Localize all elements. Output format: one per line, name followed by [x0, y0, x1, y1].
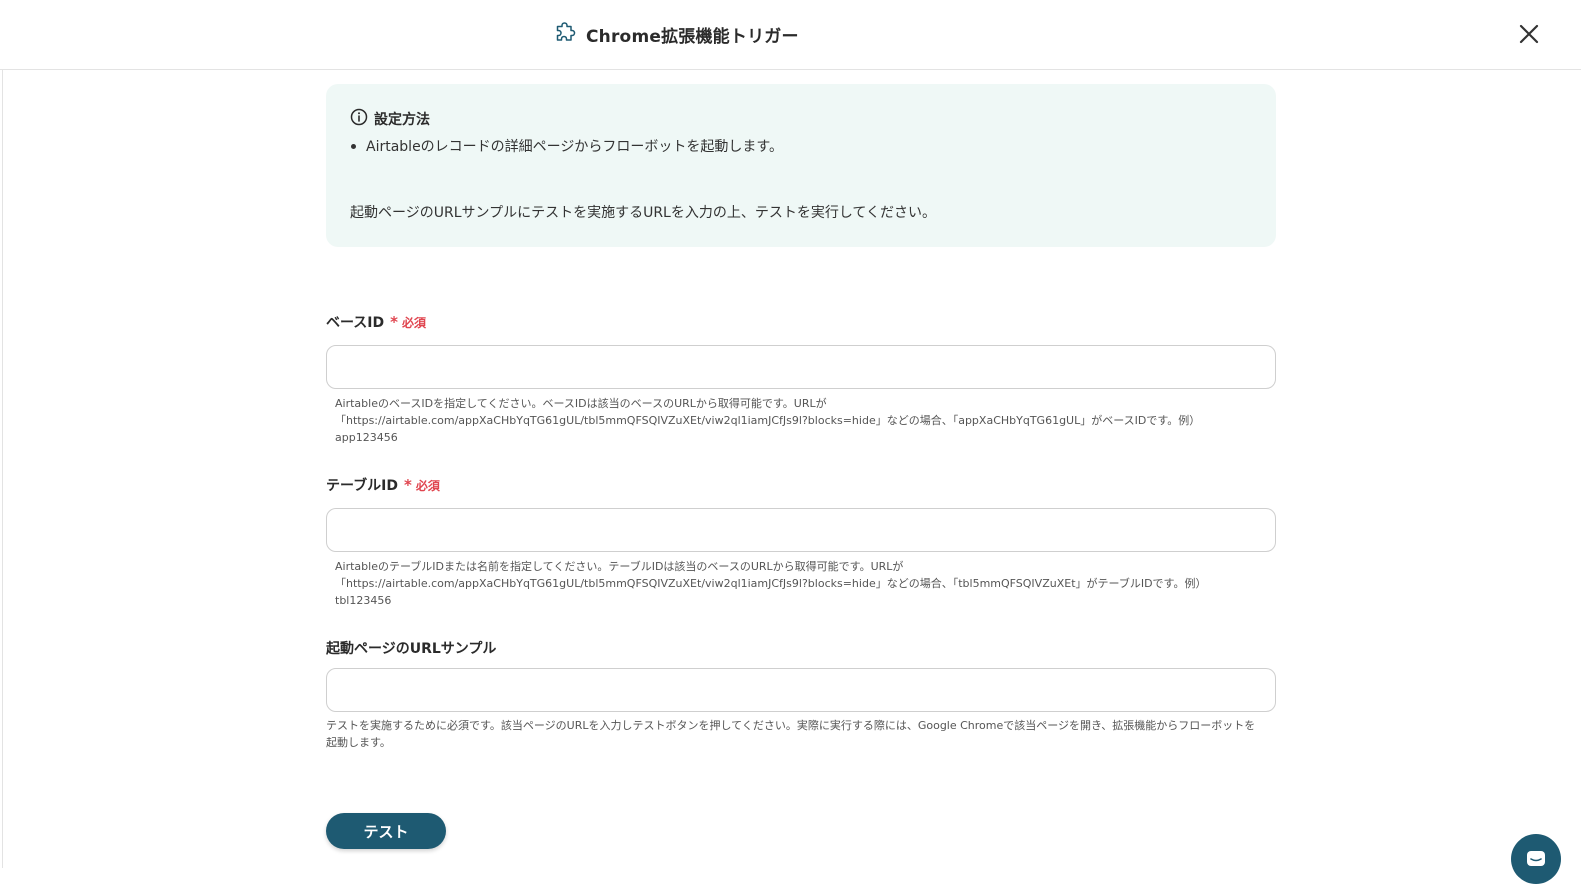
- info-note: 起動ページのURLサンプルにテストを実施するURLを入力の上、テストを実行してく…: [350, 205, 937, 221]
- table-id-help-line-1: AirtableのテーブルIDまたは名前を指定してください。テーブルIDは該当の…: [335, 560, 904, 573]
- table-id-help-line-2: 「https://airtable.com/appXaCHbYqTG61gUL/…: [335, 577, 1207, 590]
- url-sample-label-text: 起動ページのURLサンプル: [326, 641, 497, 657]
- base-id-input[interactable]: [326, 345, 1276, 389]
- bullet-dot: [351, 143, 356, 149]
- modal-header: Chrome拡張機能トリガー: [0, 0, 1581, 70]
- required-badge: 必須: [402, 316, 427, 330]
- table-id-help-line-3: tbl123456: [335, 594, 392, 607]
- panel-left-border: [2, 70, 3, 868]
- base-id-help-line-1: AirtableのベースIDを指定してください。ベースIDは該当のベースのURL…: [335, 397, 827, 410]
- header-title-group: Chrome拡張機能トリガー: [554, 20, 799, 48]
- chat-widget-button[interactable]: [1511, 834, 1561, 884]
- base-id-help-line-3: app123456: [335, 431, 398, 444]
- table-id-label: テーブルID * 必須: [326, 475, 440, 495]
- base-id-help: AirtableのベースIDを指定してください。ベースIDは該当のベースのURL…: [335, 395, 1285, 446]
- info-heading: 設定方法: [350, 108, 430, 130]
- close-icon[interactable]: [1515, 20, 1543, 48]
- info-bullet-item: Airtableのレコードの詳細ページからフローボットを起動します。: [350, 136, 783, 156]
- base-id-help-line-2: 「https://airtable.com/appXaCHbYqTG61gUL/…: [335, 414, 1201, 427]
- required-badge: 必須: [415, 479, 440, 493]
- puzzle-icon: [554, 20, 578, 48]
- table-id-label-text: テーブルID: [326, 478, 398, 494]
- base-id-label: ベースID * 必須: [326, 312, 426, 332]
- url-sample-input[interactable]: [326, 668, 1276, 712]
- chat-icon[interactable]: [1524, 847, 1548, 871]
- base-id-label-text: ベースID: [326, 315, 385, 331]
- close-button[interactable]: [1515, 20, 1543, 48]
- url-sample-help-line-2: 起動します。: [326, 736, 391, 749]
- page-title: Chrome拡張機能トリガー: [586, 26, 799, 47]
- info-icon: [350, 108, 368, 130]
- required-mark: *: [390, 313, 398, 331]
- url-sample-help: テストを実施するために必須です。該当ページのURLを入力しテストボタンを押してく…: [326, 717, 1276, 751]
- setup-info-box: 設定方法 Airtableのレコードの詳細ページからフローボットを起動します。 …: [326, 84, 1276, 247]
- required-mark: *: [404, 476, 412, 494]
- info-bullet-text: Airtableのレコードの詳細ページからフローボットを起動します。: [366, 139, 783, 155]
- table-id-help: AirtableのテーブルIDまたは名前を指定してください。テーブルIDは該当の…: [335, 558, 1285, 609]
- url-sample-label: 起動ページのURLサンプル: [326, 638, 496, 658]
- info-heading-text: 設定方法: [374, 112, 430, 128]
- table-id-input[interactable]: [326, 508, 1276, 552]
- url-sample-help-line-1: テストを実施するために必須です。該当ページのURLを入力しテストボタンを押してく…: [326, 719, 1256, 732]
- test-button[interactable]: テスト: [326, 813, 446, 849]
